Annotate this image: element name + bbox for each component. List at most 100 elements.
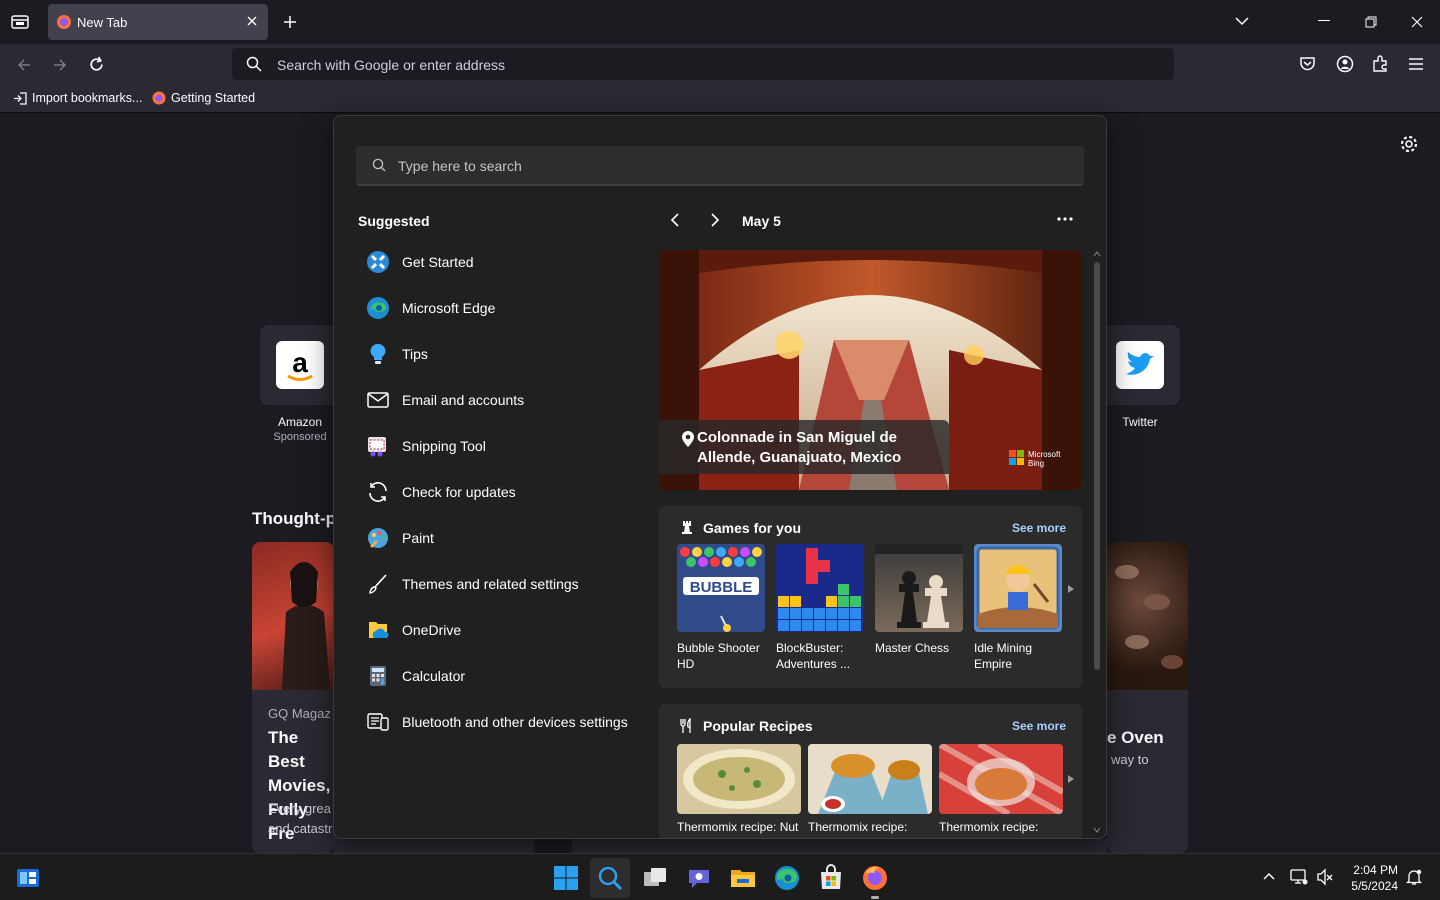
task-view-icon[interactable]: [641, 864, 669, 892]
suggested-label: Calculator: [402, 668, 466, 684]
close-tab-icon[interactable]: [246, 15, 258, 27]
section-title: Thought-p: [252, 509, 337, 528]
fork-knife-icon: [679, 718, 693, 734]
suggested-item-onedrive[interactable]: OneDrive: [356, 608, 646, 652]
tab-list-chevron-icon[interactable]: [1234, 15, 1250, 27]
suggested-item-get-started[interactable]: Get Started: [356, 240, 646, 284]
bing-brand-text: Microsoft Bing: [1028, 450, 1061, 468]
next-day-chevron-icon[interactable]: [708, 212, 722, 228]
extensions-icon[interactable]: [1372, 55, 1389, 72]
suggested-item-edge[interactable]: Microsoft Edge: [356, 286, 646, 330]
suggested-item-email[interactable]: Email and accounts: [356, 378, 646, 422]
story-body: way to: [1111, 752, 1149, 767]
reload-icon[interactable]: [88, 56, 105, 73]
search-icon: [246, 56, 262, 72]
microsoft-store-icon[interactable]: [817, 864, 845, 892]
svg-text:a: a: [292, 347, 308, 378]
widgets-icon[interactable]: [14, 864, 42, 892]
previous-day-chevron-icon[interactable]: [668, 212, 682, 228]
more-options-icon[interactable]: [1057, 217, 1073, 221]
recipe-name: Thermomix recipe: Nut: [677, 820, 799, 834]
suggested-item-themes[interactable]: Themes and related settings: [356, 562, 646, 606]
newtab-settings-gear-icon[interactable]: [1400, 135, 1418, 153]
suggested-label: Snipping Tool: [402, 438, 486, 454]
back-icon[interactable]: [16, 57, 32, 73]
suggested-label: Bluetooth and other devices settings: [402, 714, 628, 730]
restore-icon[interactable]: [1365, 16, 1377, 28]
story-headline: e Oven: [1107, 728, 1164, 747]
suggested-label: Themes and related settings: [402, 576, 579, 592]
recipe-thumbnail: [939, 744, 1063, 814]
window-close-icon[interactable]: [1411, 16, 1423, 28]
story-card-right[interactable]: e Oven way to: [1107, 542, 1188, 853]
snipping-tool-icon: [366, 434, 390, 458]
devices-icon: [366, 710, 390, 734]
suggested-item-paint[interactable]: Paint: [356, 516, 646, 560]
recipes-scroll-right-icon[interactable]: [1067, 774, 1075, 784]
file-explorer-icon[interactable]: [729, 864, 757, 892]
firefox-logo-icon: [56, 14, 72, 30]
network-icon[interactable]: [1290, 868, 1308, 886]
firefox-view-icon[interactable]: [10, 12, 30, 32]
bing-image-of-the-day[interactable]: Colonnade in San Miguel de Allende, Guan…: [659, 250, 1082, 490]
suggested-item-tips[interactable]: Tips: [356, 332, 646, 376]
shortcut-amazon[interactable]: a: [260, 325, 340, 405]
forward-icon[interactable]: [52, 57, 68, 73]
games-scroll-right-icon[interactable]: [1067, 584, 1075, 594]
firefox-taskbar-icon[interactable]: [861, 864, 889, 892]
game-name: BlockBuster: Adventures ...: [776, 641, 851, 671]
edge-taskbar-icon[interactable]: [773, 864, 801, 892]
firefox-running-indicator: [871, 896, 879, 899]
games-panel: Games for you See more BUBBLE Bubble Sho…: [659, 506, 1082, 688]
recipe-thumbnail: [808, 744, 932, 814]
pocket-icon[interactable]: [1299, 56, 1316, 72]
taskbar-search-icon[interactable]: [596, 864, 624, 892]
menu-icon[interactable]: [1408, 57, 1424, 71]
suggested-item-snipping-tool[interactable]: Snipping Tool: [356, 424, 646, 468]
amazon-logo-icon: a: [276, 341, 324, 389]
tab-new-tab[interactable]: New Tab: [48, 4, 268, 40]
teams-chat-icon[interactable]: [685, 864, 713, 892]
clock-time: 2:04 PM: [1353, 863, 1398, 877]
volume-muted-icon[interactable]: [1316, 868, 1334, 886]
suggested-item-calculator[interactable]: Calculator: [356, 654, 646, 698]
minimize-icon[interactable]: [1318, 20, 1330, 22]
suggested-label: Get Started: [402, 254, 474, 270]
flyout-scrollbar[interactable]: [1093, 250, 1101, 836]
account-icon[interactable]: [1336, 55, 1354, 73]
paint-icon: [366, 526, 390, 550]
date-label: May 5: [742, 213, 781, 229]
recipes-see-more-link[interactable]: See more: [1012, 719, 1066, 733]
mail-icon: [366, 388, 390, 412]
suggested-item-bluetooth[interactable]: Bluetooth and other devices settings: [356, 700, 646, 744]
recipes-title: Popular Recipes: [703, 718, 813, 734]
brush-icon: [366, 572, 390, 596]
search-placeholder: Type here to search: [398, 158, 522, 174]
story-image: [1107, 542, 1188, 690]
show-hidden-icons-chevron-icon[interactable]: [1262, 871, 1276, 881]
games-see-more-link[interactable]: See more: [1012, 521, 1066, 535]
chess-piece-icon: [679, 519, 695, 535]
search-input[interactable]: Type here to search: [356, 146, 1084, 186]
suggested-item-check-updates[interactable]: Check for updates: [356, 470, 646, 514]
hero-caption: Colonnade in San Miguel de Allende, Guan…: [659, 420, 949, 474]
shortcut-twitter[interactable]: [1100, 325, 1180, 405]
bookmark-getting-started[interactable]: Getting Started: [171, 91, 255, 105]
suggested-label: Email and accounts: [402, 392, 525, 408]
recipe-name: Thermomix recipe:: [808, 820, 908, 834]
story-card-left[interactable]: GQ Magaz The Best Movies, Fully Fre Ever…: [252, 542, 334, 853]
windows-taskbar: 2:04 PM 5/5/2024: [0, 853, 1440, 900]
notifications-bell-icon[interactable]: [1405, 868, 1423, 886]
bookmark-import[interactable]: Import bookmarks...: [32, 91, 142, 105]
import-bookmarks-icon: [13, 92, 27, 105]
clock-date: 5/5/2024: [1351, 879, 1398, 893]
story-source: GQ Magaz: [268, 706, 331, 721]
game-thumbnail: [776, 544, 864, 632]
system-clock[interactable]: 2:04 PM 5/5/2024: [1351, 862, 1398, 894]
flyout-scrollbar-thumb[interactable]: [1094, 262, 1100, 670]
new-tab-icon[interactable]: [282, 14, 298, 30]
microsoft-bing-logo-icon: [1009, 450, 1025, 466]
onedrive-icon: [366, 618, 390, 642]
address-bar[interactable]: Search with Google or enter address: [232, 48, 1174, 80]
start-windows-icon[interactable]: [552, 864, 580, 892]
